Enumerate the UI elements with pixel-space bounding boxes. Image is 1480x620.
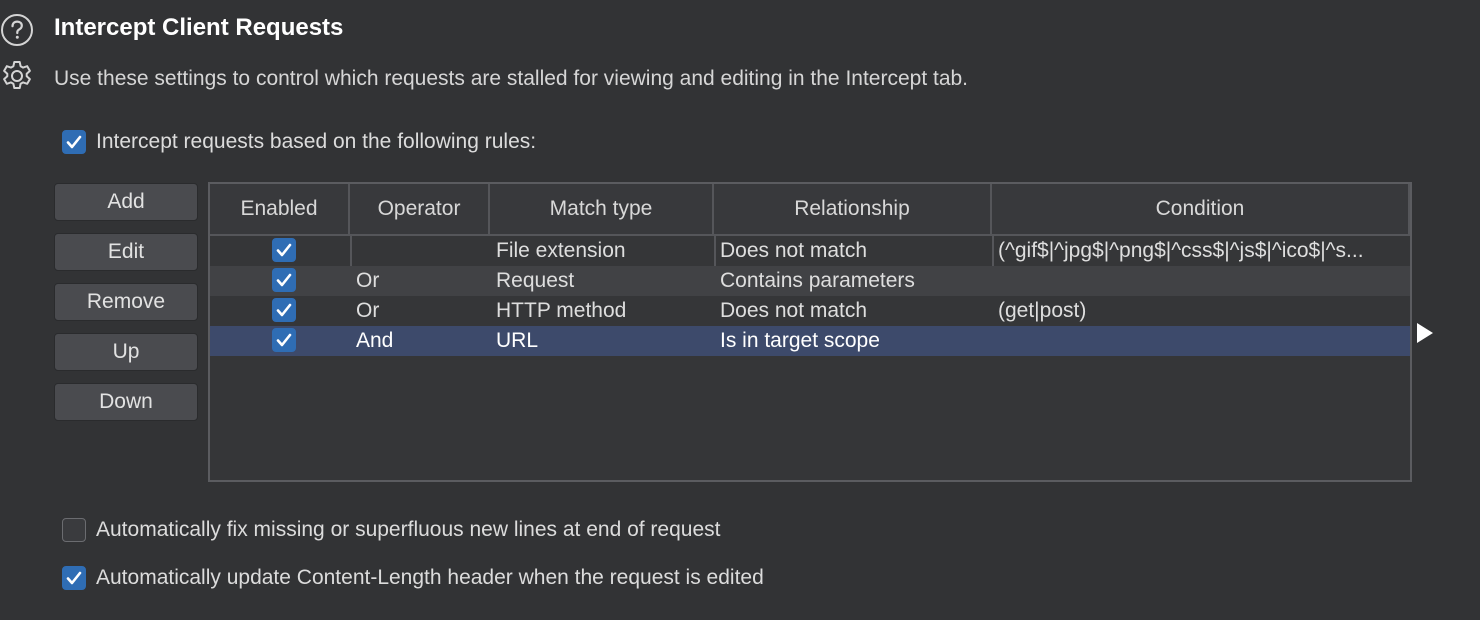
row-match-type: HTTP method xyxy=(496,299,627,322)
fix-newlines-checkbox[interactable] xyxy=(62,518,86,542)
row-operator: Or xyxy=(356,269,380,292)
row-condition xyxy=(998,326,1408,356)
update-content-length-checkbox[interactable] xyxy=(62,566,86,590)
table-row-selected[interactable]: And URL Is in target scope xyxy=(210,326,1410,356)
row-divider xyxy=(350,236,352,266)
column-header-relationship[interactable]: Relationship xyxy=(714,184,992,234)
row-condition: (get|post) xyxy=(998,299,1087,322)
row-operator xyxy=(356,236,486,266)
row-operator: Or xyxy=(356,299,380,322)
row-operator: And xyxy=(356,329,394,352)
row-enabled-checkbox[interactable] xyxy=(272,328,296,352)
intercept-rules-checkbox[interactable] xyxy=(62,130,86,154)
row-enabled-checkbox[interactable] xyxy=(272,268,296,292)
table-row[interactable]: Or Request Contains parameters xyxy=(210,266,1410,296)
row-match-type: URL xyxy=(496,329,539,352)
row-divider xyxy=(714,236,716,266)
page-description: Use these settings to control which requ… xyxy=(54,67,969,90)
up-button[interactable]: Up xyxy=(54,333,198,371)
down-button[interactable]: Down xyxy=(54,383,198,421)
row-match-type: File extension xyxy=(496,239,626,262)
intercept-rules-label: Intercept requests based on the followin… xyxy=(96,130,537,153)
row-relationship: Does not match xyxy=(720,299,868,322)
row-divider xyxy=(992,236,994,266)
row-relationship: Does not match xyxy=(720,239,868,262)
row-relationship: Contains parameters xyxy=(720,269,915,292)
row-relationship: Is in target scope xyxy=(720,329,880,352)
column-header-match-type[interactable]: Match type xyxy=(490,184,714,234)
row-enabled-checkbox[interactable] xyxy=(272,238,296,262)
table-header: Enabled Operator Match type Relationship… xyxy=(210,184,1410,236)
help-icon[interactable] xyxy=(0,13,34,47)
rules-table[interactable]: Enabled Operator Match type Relationship… xyxy=(208,182,1412,482)
page-title: Intercept Client Requests xyxy=(54,14,344,41)
table-row[interactable]: Or HTTP method Does not match (get|post) xyxy=(210,296,1410,326)
column-header-operator[interactable]: Operator xyxy=(350,184,490,234)
row-match-type: Request xyxy=(496,269,575,292)
row-condition: (^gif$|^jpg$|^png$|^css$|^js$|^ico$|^s..… xyxy=(998,239,1364,262)
row-enabled-checkbox[interactable] xyxy=(272,298,296,322)
gear-icon[interactable] xyxy=(0,59,34,93)
play-arrow-icon[interactable] xyxy=(1416,322,1434,344)
edit-button[interactable]: Edit xyxy=(54,233,198,271)
row-condition xyxy=(998,266,1408,296)
fix-newlines-label: Automatically fix missing or superfluous… xyxy=(96,518,721,541)
column-header-condition[interactable]: Condition xyxy=(992,184,1410,234)
add-button[interactable]: Add xyxy=(54,183,198,221)
column-header-enabled[interactable]: Enabled xyxy=(210,184,350,234)
table-row[interactable]: File extension Does not match (^gif$|^jp… xyxy=(210,236,1410,266)
remove-button[interactable]: Remove xyxy=(54,283,198,321)
update-content-length-label: Automatically update Content-Length head… xyxy=(96,566,764,589)
